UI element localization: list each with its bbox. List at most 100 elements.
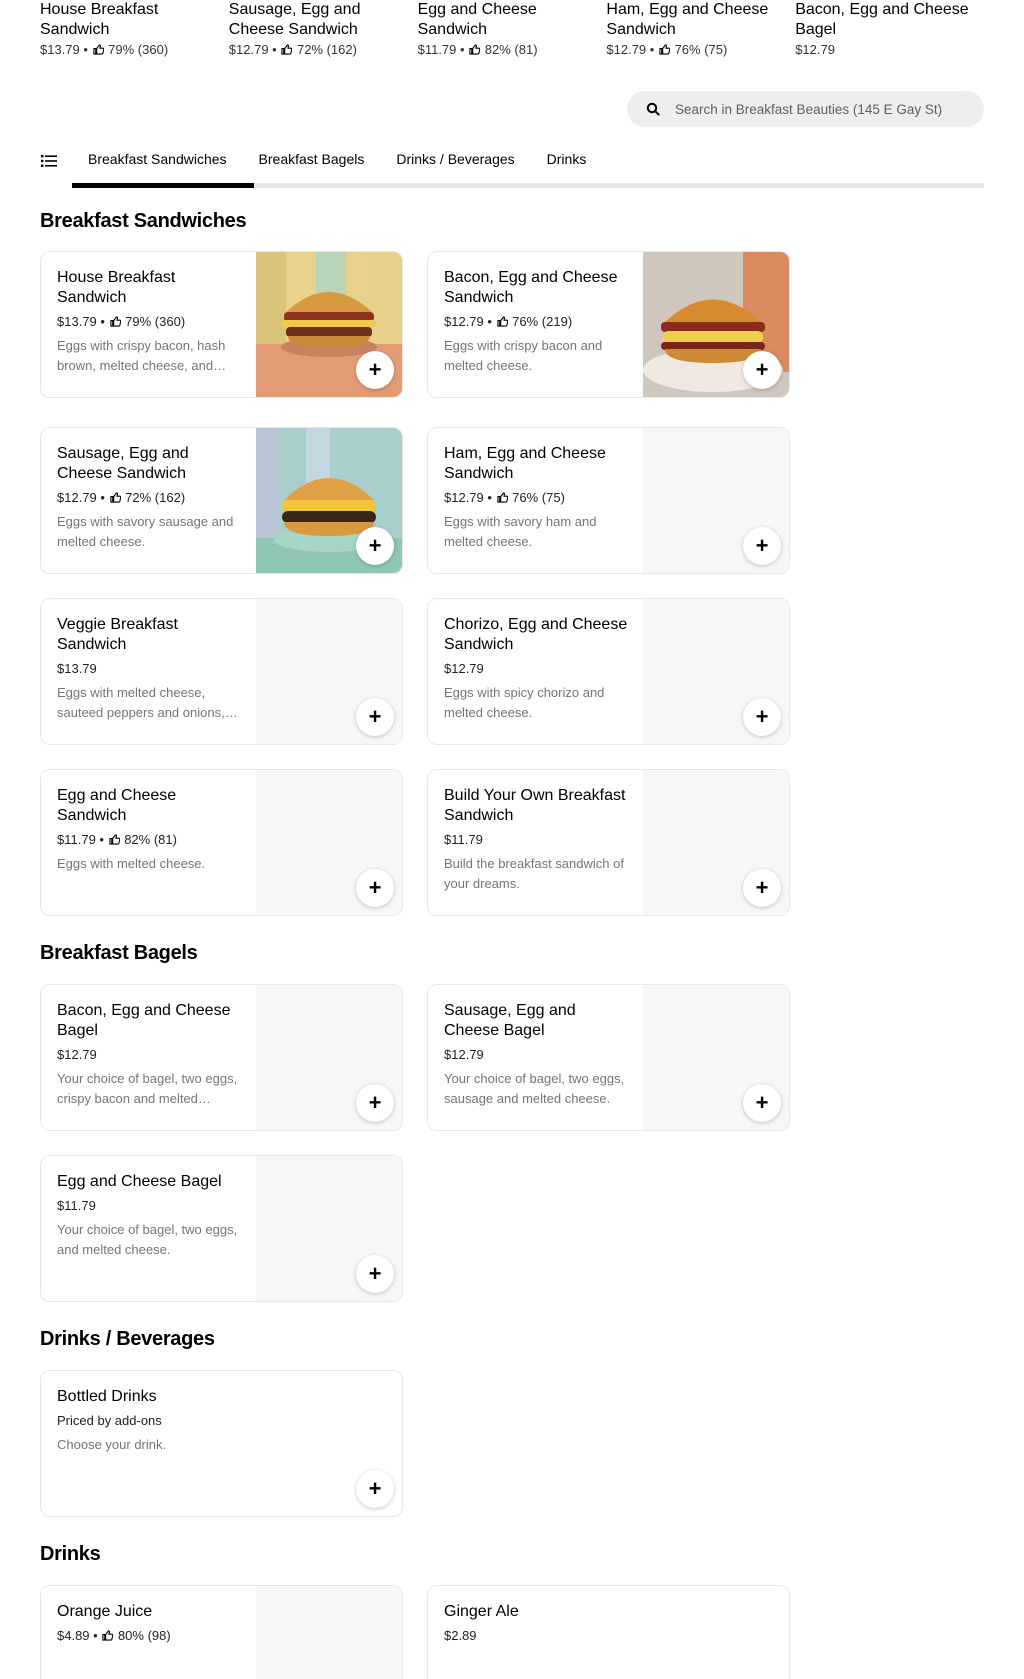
list-icon[interactable] [40, 153, 58, 169]
thumbs-up-icon [469, 44, 481, 55]
menu-category-tabs: Breakfast Sandwiches Breakfast Bagels Dr… [40, 145, 984, 189]
item-price: $12.79 [444, 661, 484, 676]
item-photo-placeholder [256, 1586, 402, 1679]
item-price: $11.79 [57, 1198, 96, 1213]
item-price: Priced by add-ons [57, 1413, 162, 1428]
store-search-input[interactable]: Search in Breakfast Beauties (145 E Gay … [627, 91, 984, 127]
add-to-cart-button[interactable]: + [743, 698, 781, 736]
item-price: $11.79 [444, 832, 483, 847]
add-to-cart-button[interactable]: + [743, 527, 781, 565]
add-to-cart-button[interactable]: + [356, 698, 394, 736]
thumbs-up-icon [92, 44, 104, 55]
featured-item-name: Bacon, Egg and Cheese Bagel [795, 1, 969, 38]
tab-breakfast-sandwiches[interactable]: Breakfast Sandwiches [72, 145, 243, 189]
item-description: Your choice of bagel, two eggs, and melt… [57, 1222, 238, 1257]
item-name: Bacon, Egg and Cheese Bagel [57, 1002, 231, 1039]
add-to-cart-button[interactable]: + [743, 869, 781, 907]
item-price-rating: $13.79 • 79% (360) [57, 314, 186, 329]
thumbs-up-icon [281, 44, 293, 55]
item-name: Ham, Egg and Cheese Sandwich [444, 445, 606, 482]
item-price-rating: $12.79 • 76% (75) [444, 490, 565, 505]
featured-item-name: Egg and Cheese Sandwich [417, 1, 537, 38]
thumbs-up-icon [659, 44, 670, 55]
item-description: Eggs with savory sausage and melted chee… [57, 514, 234, 549]
item-name: Ginger Ale [444, 1603, 519, 1620]
thumbs-up-icon [109, 316, 121, 327]
add-to-cart-button[interactable]: + [356, 1084, 394, 1122]
featured-item-meta: $12.79 • 72% (162) [228, 42, 357, 57]
add-to-cart-button[interactable]: + [356, 1255, 394, 1293]
featured-item[interactable]: Bacon, Egg and Cheese Bagel $12.79 [795, 0, 984, 70]
item-price-rating: $4.89 • 80% (98) [57, 1628, 171, 1643]
thumbs-up-icon [109, 492, 121, 503]
menu-item-card[interactable]: Bottled Drinks Priced by add-ons Choose … [40, 1370, 403, 1517]
item-description: Eggs with melted cheese. [57, 856, 206, 871]
add-to-cart-button[interactable]: + [356, 869, 394, 907]
menu-item-card[interactable]: Egg and Cheese Sandwich $11.79 • 82% (81… [40, 769, 403, 916]
item-name: House Breakfast Sandwich [57, 269, 176, 306]
featured-item[interactable]: Ham, Egg and Cheese Sandwich $12.79 • 76… [606, 0, 795, 70]
add-to-cart-button[interactable]: + [356, 527, 394, 565]
item-name: Bacon, Egg and Cheese Sandwich [444, 269, 618, 306]
item-description: Your choice of bagel, two eggs, sausage … [444, 1071, 625, 1106]
item-description: Eggs with crispy bacon and melted cheese… [444, 338, 603, 373]
item-price-rating: $12.79 • 76% (219) [444, 314, 573, 329]
item-description: Choose your drink. [57, 1437, 167, 1452]
menu-item-card[interactable]: Ginger Ale $2.89 [427, 1585, 790, 1679]
tab-drinks[interactable]: Drinks [531, 145, 603, 189]
menu-item-card[interactable]: Chorizo, Egg and Cheese Sandwich $12.79 … [427, 598, 790, 745]
item-name: Egg and Cheese Sandwich [57, 787, 177, 824]
featured-item-name: Ham, Egg and Cheese Sandwich [606, 1, 769, 38]
add-to-cart-button[interactable]: + [743, 1084, 781, 1122]
section-title-drinks: Drinks [40, 1543, 101, 1565]
add-to-cart-button[interactable]: + [356, 351, 394, 389]
item-description: Eggs with crispy bacon, hash brown, melt… [57, 338, 226, 373]
featured-item-meta: $12.79 [795, 42, 835, 57]
menu-item-card[interactable]: Veggie Breakfast Sandwich $13.79 Eggs wi… [40, 598, 403, 745]
item-description: Your choice of bagel, two eggs, crispy b… [57, 1071, 238, 1106]
item-name: Chorizo, Egg and Cheese Sandwich [444, 616, 628, 653]
thumbs-up-icon [102, 1630, 114, 1641]
item-price-rating: $12.79 • 72% (162) [57, 490, 186, 505]
item-price: $12.79 [444, 1047, 484, 1062]
menu-item-card[interactable]: Bacon, Egg and Cheese Bagel $12.79 Your … [40, 984, 403, 1131]
item-price-rating: $11.79 • 82% (81) [57, 832, 177, 847]
featured-item-meta: $13.79 • 79% (360) [40, 42, 169, 57]
item-name: Sausage, Egg and Cheese Bagel [444, 1002, 576, 1039]
item-description: Eggs with spicy chorizo and melted chees… [444, 685, 605, 720]
item-name: Sausage, Egg and Cheese Sandwich [57, 445, 189, 482]
item-description: Eggs with melted cheese, sauteed peppers… [57, 685, 225, 720]
section-title-drinks-beverages: Drinks / Beverages [40, 1328, 215, 1350]
item-name: Bottled Drinks [57, 1388, 157, 1405]
item-name: Egg and Cheese Bagel [57, 1173, 222, 1190]
menu-item-card[interactable]: Bacon, Egg and Cheese Sandwich $12.79 • … [427, 251, 790, 398]
menu-item-card[interactable]: House Breakfast Sandwich $13.79 • 79% (3… [40, 251, 403, 398]
menu-item-card[interactable]: Egg and Cheese Bagel $11.79 Your choice … [40, 1155, 403, 1302]
item-name: Build Your Own Breakfast Sandwich [444, 787, 626, 824]
item-price: $2.89 [444, 1628, 477, 1643]
featured-items-strip: House Breakfast Sandwich $13.79 • 79% (3… [40, 0, 984, 70]
featured-item-meta: $11.79 • 82% (81) [417, 42, 538, 57]
item-price: $12.79 [57, 1047, 97, 1062]
featured-item[interactable]: Sausage, Egg and Cheese Sandwich $12.79 … [229, 0, 418, 70]
menu-item-card[interactable]: Sausage, Egg and Cheese Bagel $12.79 You… [427, 984, 790, 1131]
menu-item-card[interactable]: Ham, Egg and Cheese Sandwich $12.79 • 76… [427, 427, 790, 574]
item-description: Eggs with savory ham and melted cheese. [444, 514, 597, 549]
section-title-breakfast-bagels: Breakfast Bagels [40, 942, 198, 964]
thumbs-up-icon [108, 834, 120, 845]
featured-item[interactable]: House Breakfast Sandwich $13.79 • 79% (3… [40, 0, 229, 70]
item-price: $13.79 [57, 661, 97, 676]
add-to-cart-button[interactable]: + [743, 351, 781, 389]
add-to-cart-button[interactable]: + [356, 1470, 394, 1508]
tab-breakfast-bagels[interactable]: Breakfast Bagels [243, 145, 381, 189]
menu-item-card[interactable]: Build Your Own Breakfast Sandwich $11.79… [427, 769, 790, 916]
thumbs-up-icon [496, 492, 508, 503]
featured-item[interactable]: Egg and Cheese Sandwich $11.79 • 82% (81… [418, 0, 607, 70]
search-placeholder: Search in Breakfast Beauties (145 E Gay … [675, 101, 943, 117]
featured-item-name: Sausage, Egg and Cheese Sandwich [228, 1, 361, 38]
section-title-breakfast-sandwiches: Breakfast Sandwiches [40, 210, 247, 232]
thumbs-up-icon [496, 316, 508, 327]
tab-drinks-beverages[interactable]: Drinks / Beverages [380, 145, 530, 189]
menu-item-card[interactable]: Sausage, Egg and Cheese Sandwich $12.79 … [40, 427, 403, 574]
menu-item-card[interactable]: Orange Juice $4.89 • 80% (98) [40, 1585, 403, 1679]
